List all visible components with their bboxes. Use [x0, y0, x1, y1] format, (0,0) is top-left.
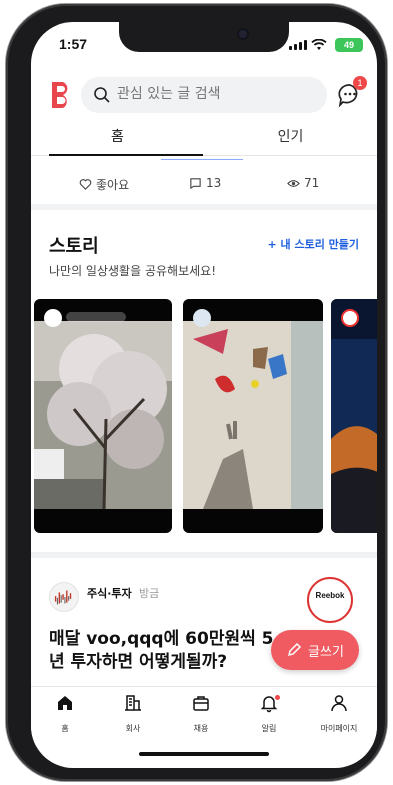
story-author-redacted — [66, 312, 126, 322]
feed-tabs: 홈 인기 — [31, 120, 377, 156]
tab-popular[interactable]: 인기 — [204, 126, 377, 146]
view-count-value: 71 — [304, 176, 320, 190]
comment-count: 13 — [206, 176, 222, 190]
status-time: 1:57 — [59, 36, 88, 52]
make-story-button[interactable]: + 내 스토리 만들기 — [267, 236, 359, 252]
section-divider — [31, 552, 377, 558]
story-card[interactable] — [331, 299, 377, 533]
pencil-icon — [288, 642, 302, 657]
story-image-blossom — [34, 321, 172, 510]
story-card[interactable] — [34, 299, 172, 533]
comment-button[interactable]: 13 — [189, 176, 221, 190]
section-divider — [31, 204, 377, 210]
story-avatar — [341, 309, 359, 327]
bottom-nav: 홈 회사 채용 알림 마이페이지 — [31, 686, 377, 746]
nav-company[interactable]: 회사 — [103, 693, 163, 735]
like-label: 좋아요 — [96, 178, 130, 192]
nav-label: 알림 — [261, 724, 277, 733]
eye-icon — [287, 179, 300, 187]
person-icon — [331, 695, 347, 712]
search-icon — [94, 87, 110, 103]
notch — [119, 22, 289, 52]
nav-label: 마이페이지 — [320, 724, 358, 733]
search-bar[interactable] — [81, 77, 327, 113]
post-title[interactable]: 매달 voo,qqq에 60만원씩 5년 투자하면 어떻게될까? — [49, 628, 279, 674]
post-time: 방금 — [139, 587, 160, 600]
scroll-indicator — [161, 159, 243, 160]
ad-brand: Reebok — [315, 591, 345, 600]
notification-dot — [275, 695, 280, 700]
write-post-button[interactable]: 글쓰기 — [271, 630, 359, 670]
nav-home[interactable]: 홈 — [35, 693, 95, 735]
app-header: 1 — [31, 74, 377, 118]
write-label: 글쓰기 — [308, 644, 344, 660]
active-tab-indicator — [49, 154, 203, 156]
nav-mypage[interactable]: 마이페이지 — [309, 693, 369, 735]
post-category[interactable]: 주식·투자 — [87, 585, 132, 601]
like-button[interactable]: 좋아요 — [79, 176, 129, 193]
view-count: 71 — [287, 176, 319, 190]
chat-badge: 1 — [353, 76, 367, 90]
camera — [239, 30, 247, 38]
stories-subtitle: 나만의 일상생활을 공유해보세요! — [49, 264, 217, 278]
search-input[interactable] — [117, 86, 307, 102]
briefcase-icon — [193, 696, 209, 711]
home-icon — [58, 696, 72, 710]
post-actions: 좋아요 13 71 — [31, 172, 377, 200]
story-card[interactable] — [183, 299, 323, 533]
nav-alarm[interactable]: 알림 — [239, 693, 299, 735]
reebok-ad-badge[interactable]: Reebok — [307, 577, 353, 623]
comment-icon — [190, 177, 201, 189]
nav-label: 홈 — [61, 724, 69, 733]
stories-title: 스토리 — [49, 236, 99, 257]
category-chart-icon — [49, 582, 79, 612]
story-avatar — [44, 309, 62, 327]
tab-home[interactable]: 홈 — [31, 126, 204, 146]
app-logo-icon[interactable] — [49, 80, 75, 110]
building-icon — [125, 695, 141, 711]
story-avatar — [193, 309, 211, 327]
signal-icon — [289, 40, 307, 50]
battery-icon: 49 — [335, 38, 363, 52]
home-indicator — [139, 752, 269, 756]
story-image-night — [331, 299, 377, 533]
nav-label: 회사 — [125, 724, 141, 733]
nav-jobs[interactable]: 채용 — [171, 693, 231, 735]
wifi-icon — [311, 39, 327, 50]
nav-label: 채용 — [193, 724, 209, 733]
app-screen: 1:57 49 1 홈 인기 — [31, 22, 377, 768]
story-image-climbing — [183, 321, 323, 509]
heart-icon — [79, 179, 92, 190]
